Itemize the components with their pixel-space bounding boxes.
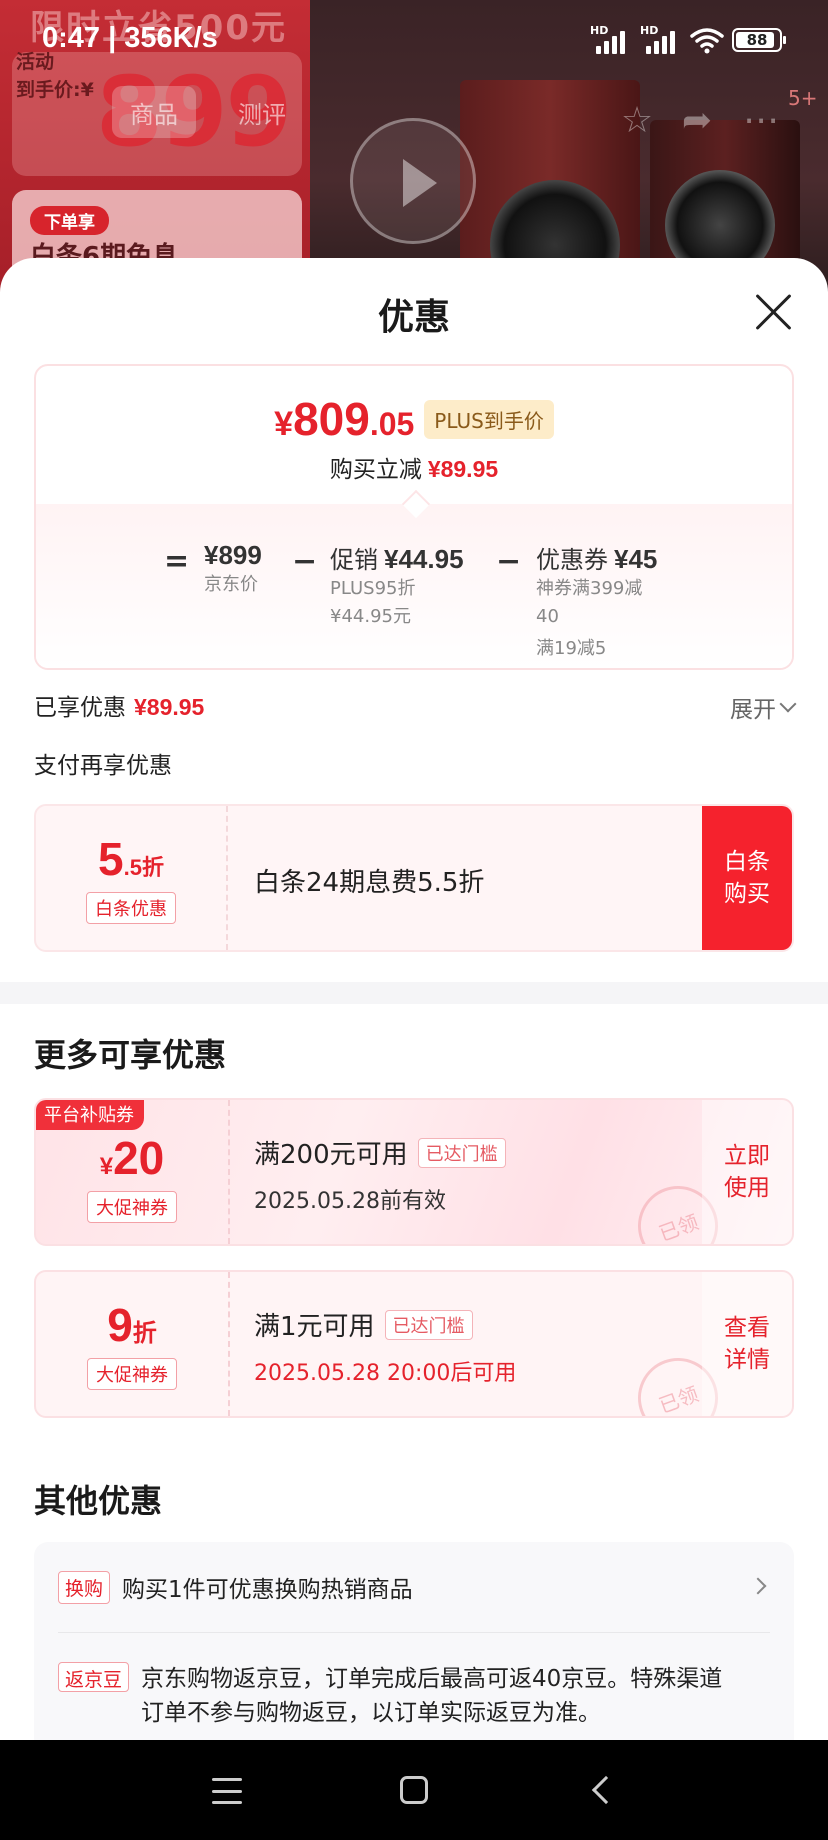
coupon-value-area: 9折 大促神券 [36, 1272, 230, 1416]
baitiao-description: 白条24期息费5.5折 [254, 868, 485, 898]
trade-in-tag: 换购 [58, 1570, 111, 1604]
share-icon[interactable]: ➦ [672, 96, 722, 146]
jd-price: ¥899 京东价 [204, 540, 262, 595]
plus-price-badge: PLUS到手价 [424, 399, 554, 439]
expand-label: 展开 [730, 697, 776, 723]
baitiao-discount: 5.5折 白条优惠 [36, 806, 228, 950]
system-nav-bar [0, 1740, 828, 1840]
sheet-title: 优惠 [377, 297, 450, 338]
coupon-tag: 大促神券 [87, 1358, 177, 1390]
status-icons: HD HD 88 [590, 24, 786, 54]
reduction-amount: ¥89.95 [427, 456, 499, 482]
final-price: ¥809.05 [274, 393, 415, 445]
other-offers-card: 换购 购买1件可优惠换购热销商品 返京豆 京东购物返京豆，订单完成后最高可返40… [34, 1542, 794, 1740]
section-divider [0, 982, 828, 1004]
view-details-button[interactable]: 查看详情 [702, 1272, 792, 1416]
minus-sign: − [496, 544, 522, 579]
message-count-badge: 5+ [788, 86, 818, 110]
play-video-icon[interactable] [350, 118, 476, 244]
coupon-card[interactable]: ¥20 大促神券 平台补贴券 满200元可用 已达门槛 2025.05.28前有效… [34, 1098, 794, 1246]
enjoyed-label: 已享优惠 [34, 695, 126, 721]
back-icon[interactable] [591, 1775, 621, 1805]
more-offers-title: 更多可享优惠 [34, 1036, 227, 1074]
signal-icon-secondary: HD [640, 24, 682, 54]
close-icon[interactable] [754, 292, 794, 332]
baitiao-tag: 白条优惠 [86, 892, 176, 924]
discount-sheet: 优惠 ¥809.05 PLUS到手价 购买立减 ¥89.95 = ¥899 京东价… [0, 258, 828, 1740]
use-now-button[interactable]: 立即使用 [702, 1100, 792, 1244]
jingdou-tag: 返京豆 [58, 1662, 130, 1692]
coupon-info: 满200元可用 已达门槛 2025.05.28前有效 [254, 1134, 506, 1215]
coupon-validity: 2025.05.28 20:00后可用 [254, 1361, 517, 1386]
coupon-info: 满1元可用 已达门槛 2025.05.28 20:00后可用 [254, 1306, 516, 1387]
reduction-label: 购买立减 [329, 457, 422, 483]
battery-level: 88 [746, 31, 768, 49]
tab-product[interactable]: 商品 [112, 86, 196, 138]
coupon-ribbon: 平台补贴券 [36, 1100, 144, 1130]
enjoyed-amount: ¥89.95 [134, 694, 205, 720]
minus-sign: − [292, 544, 318, 579]
battery-icon: 88 [732, 28, 786, 52]
chevron-down-icon [779, 695, 797, 713]
signal-icon: HD [590, 24, 632, 54]
threshold-reached-badge: 已达门槛 [417, 1137, 506, 1168]
chevron-right-icon [749, 1577, 767, 1595]
trade-in-text: 购买1件可优惠换购热销商品 [122, 1577, 413, 1603]
recent-apps-icon[interactable] [212, 1778, 242, 1804]
tab-review[interactable]: 测评 [220, 86, 304, 138]
divider [58, 1632, 770, 1633]
home-icon[interactable] [400, 1776, 428, 1804]
baitiao-buy-button[interactable]: 白条购买 [702, 806, 792, 950]
wifi-icon [690, 28, 724, 54]
price-breakdown-card: ¥809.05 PLUS到手价 购买立减 ¥89.95 = ¥899 京东价 − … [34, 364, 794, 670]
coupon-discount: 优惠券 ¥45 神券满399减 40 满19减5 [536, 544, 658, 659]
coupon-card[interactable]: 9折 大促神券 满1元可用 已达门槛 2025.05.28 20:00后可用 已领… [34, 1270, 794, 1418]
trade-in-offer-row[interactable]: 换购 购买1件可优惠换购热销商品 [58, 1570, 770, 1604]
promo-pill: 下单享 [30, 206, 109, 235]
coupon-condition: 满1元可用 [254, 1312, 375, 1342]
status-time: 0:47 | 356K/s [42, 22, 218, 54]
promotion-discount: 促销 ¥44.95 PLUS95折 ¥44.95元 [330, 544, 464, 627]
equals-sign: = [164, 544, 190, 579]
baitiao-offer-card[interactable]: 5.5折 白条优惠 白条24期息费5.5折 白条购买 [34, 804, 794, 952]
price-formula: = ¥899 京东价 − 促销 ¥44.95 PLUS95折 ¥44.95元 − … [36, 526, 792, 666]
favorite-star-icon[interactable]: ☆ [612, 96, 662, 146]
jingdou-text: 京东购物返京豆，订单完成后最高可返40京豆。特殊渠道订单不参与购物返豆，以订单实… [141, 1666, 723, 1726]
more-dots-icon[interactable]: ⋯ [736, 96, 786, 146]
product-tabs: 商品 测评 [112, 86, 304, 138]
enjoyed-discount: 已享优惠 ¥89.95 [34, 688, 204, 722]
status-bar: 0:47 | 356K/s HD HD 88 [0, 0, 828, 80]
instant-reduction: 购买立减 ¥89.95 [36, 450, 792, 484]
pay-discount-title: 支付再享优惠 [34, 753, 172, 779]
coupon-validity: 2025.05.28前有效 [254, 1189, 446, 1214]
final-price-row: ¥809.05 PLUS到手价 [36, 392, 792, 446]
other-offers-title: 其他优惠 [34, 1482, 163, 1520]
threshold-reached-badge: 已达门槛 [384, 1309, 473, 1340]
coupon-tag: 大促神券 [87, 1191, 177, 1223]
coupon-condition: 满200元可用 [254, 1140, 408, 1170]
jingdou-offer-row: 返京豆 京东购物返京豆，订单完成后最高可返40京豆。特殊渠道订单不参与购物返豆，… [58, 1662, 734, 1730]
expand-button[interactable]: 展开 [730, 690, 797, 724]
